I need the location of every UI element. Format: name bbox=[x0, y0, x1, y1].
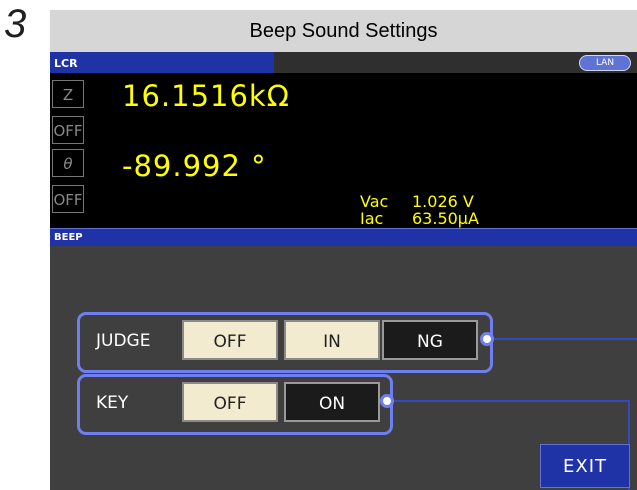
mode-tab: LCR bbox=[50, 52, 274, 73]
param1-box[interactable]: Z bbox=[52, 80, 84, 108]
param2-off-box[interactable]: OFF bbox=[52, 185, 84, 213]
vac-value: 1.026 V bbox=[412, 192, 474, 211]
exit-button[interactable]: EXIT bbox=[540, 444, 630, 488]
key-callout-line bbox=[394, 400, 629, 402]
judge-ng-button[interactable]: NG bbox=[382, 320, 478, 360]
page-title: Beep Sound Settings bbox=[50, 10, 637, 52]
key-callout-marker bbox=[380, 394, 394, 408]
instrument-screen: LCR LAN Z OFF θ OFF 16.1516kΩ -89.992 ° … bbox=[50, 52, 637, 490]
judge-label: JUDGE bbox=[96, 331, 151, 351]
value2-readout: -89.992 ° bbox=[122, 149, 267, 183]
judge-callout-line bbox=[494, 338, 637, 340]
beep-header: BEEP bbox=[50, 228, 637, 246]
iac-value: 63.50μA bbox=[412, 209, 479, 228]
judge-off-button[interactable]: OFF bbox=[182, 320, 278, 360]
key-on-button[interactable]: ON bbox=[284, 382, 380, 422]
step-number: 3 bbox=[4, 2, 27, 46]
status-bar: LCR LAN bbox=[50, 52, 637, 73]
judge-callout-marker bbox=[480, 332, 494, 346]
key-label: KEY bbox=[96, 393, 129, 413]
iac-label: Iac bbox=[360, 209, 384, 228]
beep-panel: JUDGE OFF IN NG KEY OFF ON EXIT bbox=[50, 246, 637, 490]
param1-off-box[interactable]: OFF bbox=[52, 116, 84, 144]
judge-in-button[interactable]: IN bbox=[284, 320, 380, 360]
key-off-button[interactable]: OFF bbox=[182, 382, 278, 422]
param2-box[interactable]: θ bbox=[52, 149, 84, 177]
lan-indicator: LAN bbox=[579, 55, 631, 71]
value1-readout: 16.1516kΩ bbox=[122, 79, 290, 113]
vac-label: Vac bbox=[360, 192, 389, 211]
